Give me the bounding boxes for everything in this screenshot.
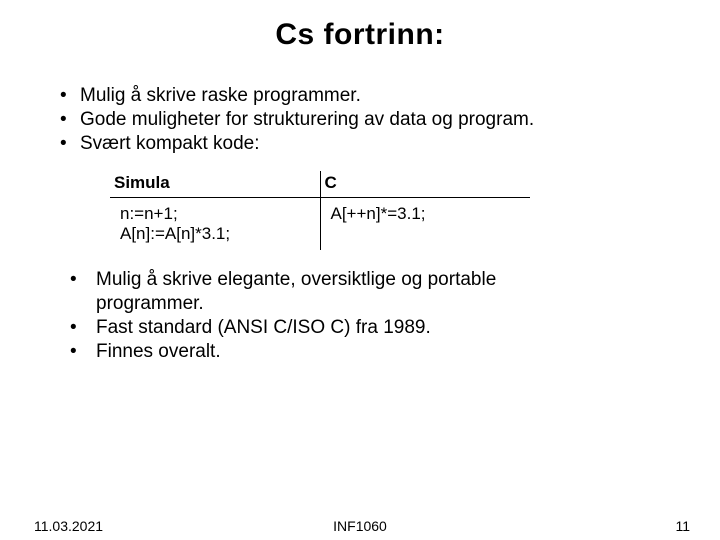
- bullet-group-top: Mulig å skrive raske programmer. Gode mu…: [60, 84, 680, 155]
- bullet-item: Mulig å skrive raske programmer.: [60, 84, 680, 108]
- code-comparison-table: Simula C n:=n+1; A[n]:=A[n]*3.1; A[++n]*…: [110, 171, 530, 250]
- bullet-item-continuation: programmer.: [70, 292, 680, 316]
- footer-date: 11.03.2021: [34, 518, 103, 534]
- bullet-item: Fast standard (ANSI C/ISO C) fra 1989.: [70, 316, 680, 340]
- bullet-item: Mulig å skrive elegante, oversiktlige og…: [70, 268, 680, 292]
- table-header-simula: Simula: [110, 171, 320, 198]
- bullet-item: Finnes overalt.: [70, 340, 680, 364]
- footer-course: INF1060: [333, 518, 387, 534]
- bullet-group-bottom: Mulig å skrive elegante, oversiktlige og…: [70, 268, 680, 363]
- bullet-item: Svært kompakt kode:: [60, 132, 680, 156]
- c-code-cell: A[++n]*=3.1;: [320, 198, 530, 251]
- slide-title: Cs fortrinn:: [0, 0, 720, 52]
- bullet-item: Gode muligheter for strukturering av dat…: [60, 108, 680, 132]
- slide: Cs fortrinn: Mulig å skrive raske progra…: [0, 0, 720, 540]
- table-header-c: C: [320, 171, 530, 198]
- footer-page-number: 11: [675, 518, 690, 534]
- simula-code-cell: n:=n+1; A[n]:=A[n]*3.1;: [110, 198, 320, 251]
